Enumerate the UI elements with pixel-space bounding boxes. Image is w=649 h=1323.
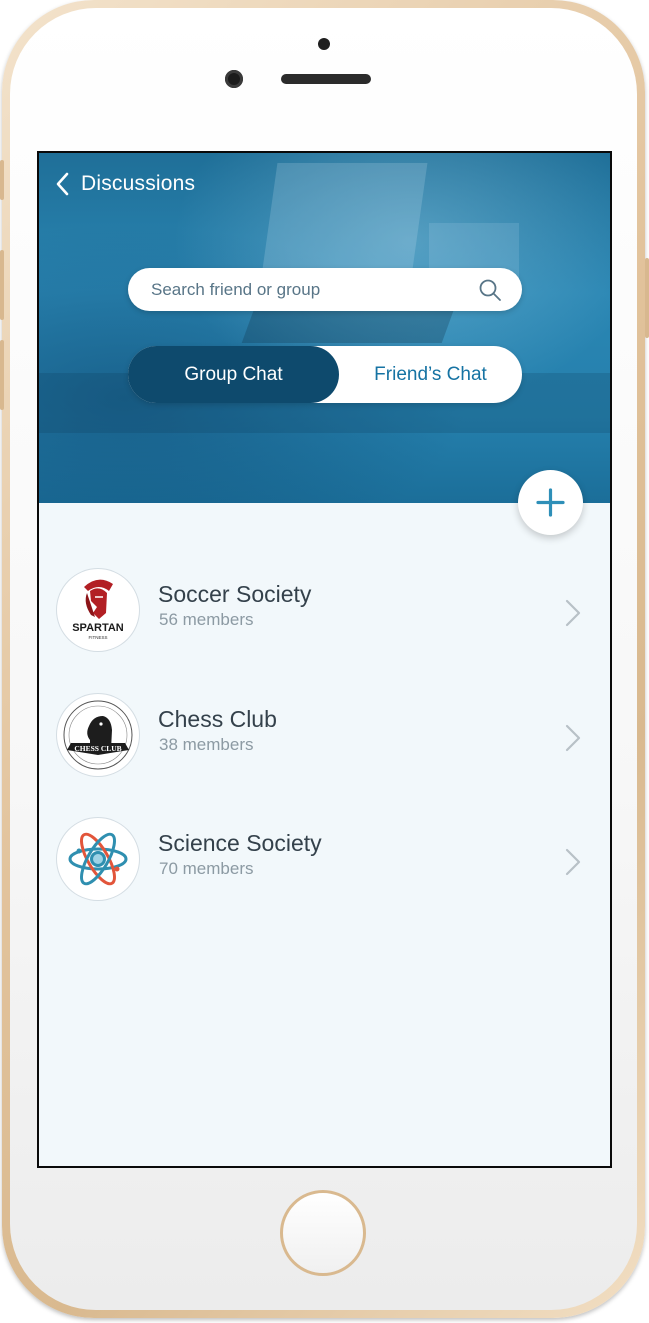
search-bar[interactable] [128,268,522,311]
avatar [57,818,139,900]
chevron-right-icon [563,723,583,758]
avatar: SPARTAN FITNESS [57,569,139,651]
atom-logo [68,832,128,886]
plus-icon [536,488,565,517]
member-count: 70 members [159,859,254,878]
member-count: 56 members [159,610,254,629]
chess-knight-logo: CHESS CLUB [63,700,133,770]
header-background: Discussions Friend’s Chat Group Chat [39,153,610,503]
tab-friends-chat[interactable]: Friend’s Chat [339,346,522,403]
avatar: CHESS CLUB [57,694,139,776]
list-item[interactable]: SPARTAN FITNESS Soccer Society 56 member… [39,561,610,661]
tab-group-chat[interactable]: Group Chat [128,346,339,403]
spartan-fitness-logo: SPARTAN FITNESS [72,579,124,640]
back-button[interactable]: Discussions [55,169,195,199]
background-photo-detail [260,163,428,283]
group-name: Soccer Society [158,581,312,607]
group-list: SPARTAN FITNESS Soccer Society 56 member… [39,503,610,1166]
chevron-left-icon [55,172,69,196]
mute-switch [0,160,4,200]
volume-up-button [0,250,4,320]
logo-subtext: FITNESS [88,635,107,640]
proximity-sensor [318,38,330,50]
group-name: Science Society [158,830,322,856]
earpiece-speaker [281,74,371,84]
power-button [645,258,649,338]
list-item[interactable]: CHESS CLUB Chess Club 38 members [39,686,610,786]
group-name: Chess Club [158,706,277,732]
logo-text: CHESS CLUB [74,744,121,753]
logo-text: SPARTAN [72,622,124,634]
front-camera [225,70,243,88]
home-button[interactable] [280,1190,366,1276]
search-input[interactable] [149,278,453,301]
search-icon[interactable] [478,278,502,307]
chevron-right-icon [563,847,583,882]
volume-down-button [0,340,4,410]
page-title: Discussions [81,172,196,195]
add-group-button[interactable] [518,470,583,535]
screen: Discussions Friend’s Chat Group Chat [37,151,612,1168]
chevron-right-icon [563,598,583,633]
list-item[interactable]: Science Society 70 members [39,810,610,910]
member-count: 38 members [159,735,254,754]
chat-type-toggle: Friend’s Chat Group Chat [128,346,522,403]
